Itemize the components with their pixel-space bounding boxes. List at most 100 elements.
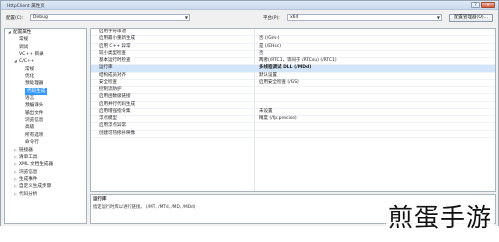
expand-icon[interactable]: ▷ xyxy=(14,169,17,176)
property-name: 基本运行时检查 xyxy=(99,58,131,63)
expand-icon[interactable]: ▷ xyxy=(14,183,17,190)
property-name: 启用字符串池 xyxy=(99,29,126,34)
tree-item[interactable]: 常规 xyxy=(5,66,86,73)
expand-icon[interactable]: ▷ xyxy=(14,176,17,183)
property-name: 启用函数级链接 xyxy=(99,94,131,100)
tree-item-label: XML 文档生成器 xyxy=(19,162,54,168)
tree-item[interactable]: 命令行 xyxy=(5,139,86,146)
property-row[interactable]: 启用最小重新生成 否 (/Gm-) xyxy=(91,36,495,44)
property-value[interactable]: 否 (/Gm-) xyxy=(259,36,279,42)
tree-item-label: 配置属性 xyxy=(13,30,32,35)
property-grid[interactable]: 启用字符串池启用最小重新生成 否 (/Gm-) 启用 C++ 异常 是 (/EHsc)… xyxy=(90,28,496,192)
tree-item-label: 预编译头 xyxy=(25,103,44,109)
expand-icon[interactable]: ▷ xyxy=(14,147,17,154)
property-name: 运行库 xyxy=(99,65,113,71)
expand-icon[interactable]: ▷ xyxy=(14,161,17,168)
tree-item[interactable]: ▷ XML 文档生成器 xyxy=(5,161,86,168)
property-row[interactable]: 创建可热修补映像 xyxy=(91,131,495,138)
property-value[interactable]: 否 xyxy=(259,51,264,57)
configuration-row: 配置(C): Debug ▼ 平台(P): x64 ▼ 配置管理器(O)... xyxy=(1,13,498,22)
property-row[interactable]: 安全检查 启用安全检查 (/GS) xyxy=(91,80,495,87)
platform-label: 平台(P): xyxy=(263,16,280,21)
tree-item-label: 命令行 xyxy=(25,140,39,146)
tree-item[interactable]: 输出文件 xyxy=(5,110,86,117)
tree-item[interactable]: VC++ 目录 xyxy=(5,51,86,58)
property-row[interactable]: 运行库 多线程调试 DLL (/MDd) xyxy=(91,65,495,73)
tree-item[interactable]: ◢ 配置属性 xyxy=(5,29,86,36)
chevron-down-icon: ▼ xyxy=(436,15,440,20)
tree-item[interactable]: 常规 xyxy=(5,36,86,43)
tree-item[interactable]: ◢ C/C++ xyxy=(5,58,86,65)
property-row[interactable]: 启用 C++ 异常 是 (/EHsc) xyxy=(91,44,495,51)
property-name: 启用最小重新生成 xyxy=(99,36,135,42)
tree-item-label: 优化 xyxy=(25,74,35,80)
tree-item[interactable]: 语言 xyxy=(5,95,86,102)
tree-item[interactable]: 代码生成 xyxy=(5,87,86,95)
help-button[interactable]: ? xyxy=(471,2,480,8)
tree-item-label: 常规 xyxy=(19,37,29,43)
property-name: 安全检查 xyxy=(99,79,117,85)
property-value[interactable]: 两者(/RTC1，等同于 /RTCsu) (/RTC1) xyxy=(259,58,337,64)
property-value[interactable]: 未设置 xyxy=(259,109,273,115)
tree-item[interactable]: ▷ 链接器 xyxy=(5,147,86,154)
expand-icon[interactable]: ▷ xyxy=(14,154,17,161)
tree-item-label: 浏览信息 xyxy=(25,118,44,124)
property-row[interactable]: 控制流防护 xyxy=(91,87,495,95)
property-name: 启用增强指令集 xyxy=(99,108,131,114)
tree-item[interactable]: ▷ 自定义生成步骤 xyxy=(5,183,86,190)
property-name: 浮点模型 xyxy=(99,116,117,121)
tree-item-label: 语言 xyxy=(25,96,35,102)
tree-item-label: 输出文件 xyxy=(25,110,44,116)
window-buttons: ? ✕ xyxy=(471,2,495,9)
tree-item-label: 代码分析 xyxy=(19,191,38,197)
property-row[interactable]: 启用函数级链接 xyxy=(91,94,495,102)
collapse-icon[interactable]: ◢ xyxy=(14,58,17,65)
tree-item[interactable]: ▷ 清单工具 xyxy=(5,154,86,161)
tree-item[interactable]: ▷ 生成事件 xyxy=(5,176,86,183)
property-name: 较小类型检查 xyxy=(99,50,126,56)
property-row[interactable]: 启用字符串池 xyxy=(91,29,495,37)
close-button[interactable]: ✕ xyxy=(481,2,495,8)
property-name: 启用 C++ 异常 xyxy=(99,43,131,49)
property-name: 启用浮点异常 xyxy=(99,123,126,129)
tree-item-label: 链接器 xyxy=(19,147,33,153)
property-row[interactable]: 启用并行代码生成 xyxy=(91,102,495,109)
description-text: 指定运行时库以进行链接。 (/MT, /MTd, /MD, /MDd) xyxy=(93,205,196,210)
tree-item[interactable]: 所有选项 xyxy=(5,132,86,139)
tree-item[interactable]: 浏览信息 xyxy=(5,117,86,124)
configuration-manager-button[interactable]: 配置管理器(O)... xyxy=(449,14,493,22)
tree-item[interactable]: 预编译头 xyxy=(5,102,86,109)
tree-item-label: 浏览信息 xyxy=(19,169,38,175)
property-row[interactable]: 结构成员对齐 默认设置 xyxy=(91,73,495,80)
collapse-icon[interactable]: ◢ xyxy=(8,29,11,36)
platform-select[interactable]: x64 ▼ xyxy=(287,14,442,21)
watermark-text: 煎蛋手游 xyxy=(386,199,494,237)
property-name: 创建可热修补映像 xyxy=(99,130,135,136)
property-tree[interactable]: ◢ 配置属性 常规 调试 VC++ 目录 ◢ C/C++ 常规 优化 预处理器 代码生成 语言 预编译头… xyxy=(4,28,87,224)
property-row[interactable]: 启用浮点异常 xyxy=(91,123,495,131)
tree-item-label: 高级 xyxy=(25,125,35,131)
property-value[interactable]: 是 (/EHsc) xyxy=(259,44,281,50)
tree-item[interactable]: ▷ 浏览信息 xyxy=(5,169,86,176)
tree-item-label: 预处理器 xyxy=(25,81,44,87)
property-name: 控制流防护 xyxy=(99,87,122,92)
property-value[interactable]: 启用安全检查 (/GS) xyxy=(259,80,299,86)
tree-item[interactable]: 调试 xyxy=(5,44,86,51)
property-row[interactable]: 浮点模型 精度 (/fp:precise) xyxy=(91,116,495,124)
tree-item-label: 代码生成 xyxy=(25,87,48,95)
property-row[interactable]: 启用增强指令集 未设置 xyxy=(91,109,495,116)
config-label: 配置(C): xyxy=(6,16,24,21)
config-select[interactable]: Debug ▼ xyxy=(30,14,190,21)
description-title: 运行库 xyxy=(93,197,107,202)
tree-item[interactable]: 高级 xyxy=(5,124,86,131)
property-value[interactable]: 多线程调试 DLL (/MDd) xyxy=(259,65,311,71)
tree-item[interactable]: 优化 xyxy=(5,73,86,80)
property-row[interactable]: 较小类型检查 否 xyxy=(91,51,495,58)
property-value[interactable]: 默认设置 xyxy=(259,73,277,79)
platform-value: x64 xyxy=(290,15,299,20)
tree-item-label: 自定义生成步骤 xyxy=(19,184,52,190)
tree-item[interactable]: ▷ 代码分析 xyxy=(5,191,86,198)
expand-icon[interactable]: ▷ xyxy=(14,191,17,198)
property-value[interactable]: 精度 (/fp:precise) xyxy=(259,116,297,122)
tree-item[interactable]: 预处理器 xyxy=(5,80,86,87)
